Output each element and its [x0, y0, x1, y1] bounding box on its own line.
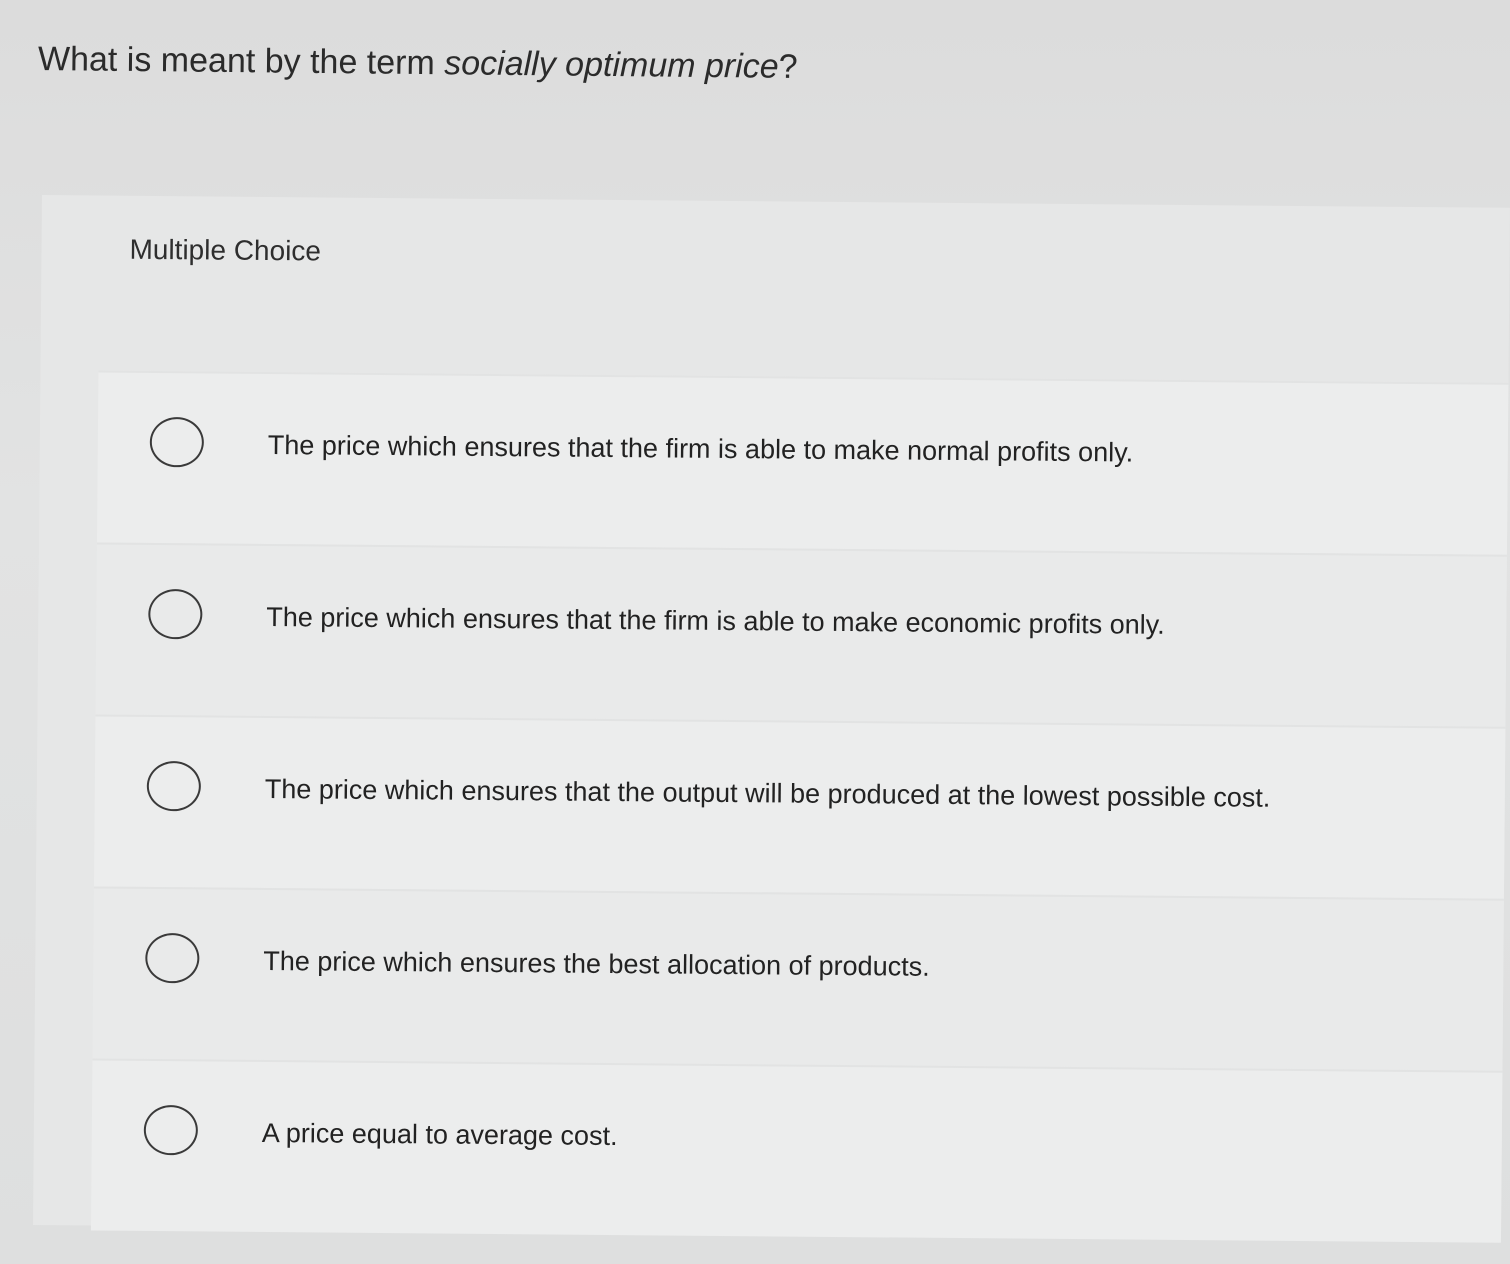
radio-button-icon[interactable]: [149, 416, 205, 468]
answer-option-text[interactable]: The price which ensures the best allocat…: [263, 946, 930, 983]
radio-button-icon[interactable]: [146, 760, 202, 812]
radio-button-icon[interactable]: [145, 932, 200, 984]
answer-options: The price which ensures that the firm is…: [90, 370, 1509, 1243]
question-suffix: ?: [778, 47, 798, 86]
radio-button-icon[interactable]: [143, 1104, 199, 1156]
answer-option-3[interactable]: The price which ensures that the output …: [93, 714, 1506, 899]
answer-option-1[interactable]: The price which ensures that the firm is…: [96, 370, 1509, 555]
answer-option-text[interactable]: A price equal to average cost.: [262, 1118, 618, 1152]
answer-option-text[interactable]: The price which ensures that the firm is…: [266, 602, 1165, 641]
answer-option-text[interactable]: The price which ensures that the firm is…: [268, 430, 1134, 469]
answer-panel: Multiple Choice The price which ensures …: [33, 195, 1510, 1243]
question-text: What is meant by the term socially optim…: [38, 40, 798, 87]
radio-button-icon[interactable]: [148, 588, 203, 640]
multiple-choice-label: Multiple Choice: [129, 233, 322, 267]
answer-option-5[interactable]: A price equal to average cost.: [90, 1058, 1503, 1243]
answer-option-2[interactable]: The price which ensures that the firm is…: [95, 542, 1507, 727]
answer-option-4[interactable]: The price which ensures the best allocat…: [92, 886, 1504, 1071]
answer-option-text[interactable]: The price which ensures that the output …: [265, 774, 1271, 814]
question-prefix: What is meant by the term: [37, 40, 445, 83]
question-emphasis: socially optimum price: [444, 44, 779, 86]
